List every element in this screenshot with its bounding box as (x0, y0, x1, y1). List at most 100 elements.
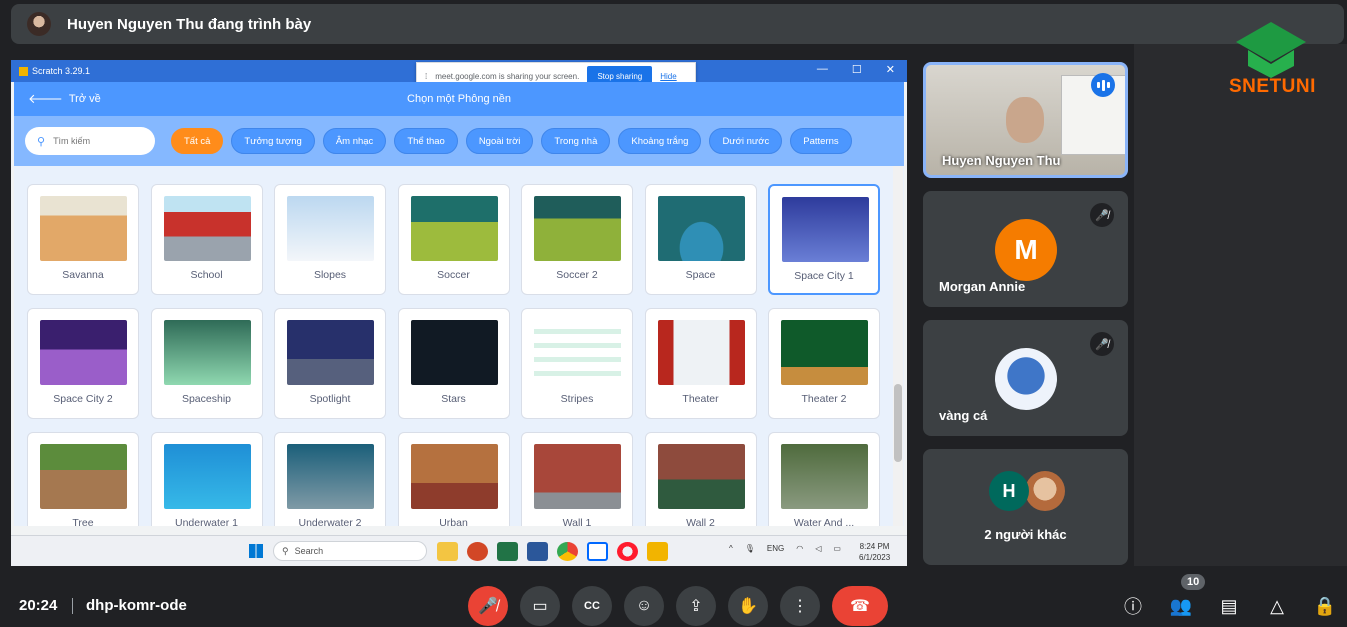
avatar (995, 348, 1057, 410)
library-search[interactable]: ⚲ (25, 127, 155, 155)
backdrop-label: Tree (72, 517, 94, 526)
tray-chevron-icon[interactable]: ^ (729, 544, 733, 553)
taskbar-search[interactable]: ⚲ Search (273, 541, 427, 561)
backdrop-card[interactable]: Wall 1 (521, 432, 633, 526)
backdrop-card[interactable]: Soccer (397, 184, 510, 295)
category-chip-underwater[interactable]: Dưới nước (709, 128, 783, 154)
backdrop-card[interactable]: Slopes (274, 184, 386, 295)
backdrop-card[interactable]: Theater (644, 308, 757, 419)
library-scrollbar[interactable] (893, 166, 903, 526)
back-arrow-icon[interactable]: 🡐 (28, 91, 63, 107)
people-icon[interactable]: 👥 (1168, 593, 1194, 619)
participant-name: vàng cá (939, 408, 988, 423)
backdrop-card[interactable]: Spaceship (150, 308, 263, 419)
hide-banner-link[interactable]: Hide (660, 72, 676, 81)
category-chip-indoors[interactable]: Trong nhà (541, 128, 611, 154)
backdrop-card[interactable]: Stripes (521, 308, 633, 419)
battery-icon[interactable]: ▭ (833, 544, 841, 553)
backdrop-thumbnail (534, 196, 621, 261)
meeting-code[interactable]: dhp-komr-ode (86, 597, 187, 614)
activities-icon[interactable]: △ (1264, 593, 1290, 619)
backdrop-card[interactable]: Space (644, 184, 757, 295)
language-indicator[interactable]: ENG (767, 544, 784, 553)
excel-icon[interactable] (497, 542, 518, 561)
backdrop-card[interactable]: Savanna (27, 184, 139, 295)
chrome-icon[interactable] (557, 542, 578, 561)
category-chip-patterns[interactable]: Patterns (790, 128, 852, 154)
mic-off-button[interactable]: 🎤̸ (468, 586, 508, 626)
backdrop-card[interactable]: Stars (397, 308, 510, 419)
category-chip-fantasy[interactable]: Tưởng tượng (231, 128, 315, 154)
meeting-info-icon[interactable]: ⓘ (1120, 593, 1146, 619)
backdrop-card[interactable]: Urban (397, 432, 510, 526)
logo-text: SNETUNI (1229, 76, 1316, 97)
backdrop-card[interactable]: Underwater 2 (274, 432, 386, 526)
backdrop-card[interactable]: Space City 2 (27, 308, 139, 419)
backdrop-card[interactable]: Soccer 2 (521, 184, 633, 295)
category-chip-space[interactable]: Khoảng trắng (618, 128, 702, 154)
backdrop-card[interactable]: Underwater 1 (150, 432, 263, 526)
participant-tile-presenter[interactable]: Huyen Nguyen Thu (923, 62, 1128, 178)
library-header: 🡐 Trở về Chọn một Phông nền (14, 82, 904, 116)
camera-button[interactable]: ▭ (520, 586, 560, 626)
captions-button[interactable]: CC (572, 586, 612, 626)
opera-icon[interactable] (617, 542, 638, 561)
wifi-icon[interactable]: ◠ (796, 544, 803, 553)
category-chip-sports[interactable]: Thể thao (394, 128, 458, 154)
backdrop-card[interactable]: Water And ... (768, 432, 880, 526)
volume-icon[interactable]: ◁ (815, 544, 821, 553)
scratch-app-icon (19, 66, 28, 76)
search-icon: ⚲ (282, 545, 289, 556)
windows-start-icon[interactable] (249, 544, 263, 558)
backdrop-thumbnail (781, 320, 868, 385)
backdrop-card[interactable]: Tree (27, 432, 139, 526)
microphone-icon[interactable]: 🎙 (745, 544, 755, 553)
category-chip-music[interactable]: Âm nhạc (322, 128, 387, 154)
backdrop-label: Theater (682, 393, 719, 405)
category-chip-outdoors[interactable]: Ngoài trời (465, 128, 534, 154)
backdrop-card[interactable]: School (150, 184, 263, 295)
backdrop-label: Space (685, 269, 716, 281)
scratch-taskbar-icon[interactable] (647, 542, 668, 561)
backdrop-card[interactable]: Theater 2 (768, 308, 880, 419)
backdrop-grid: Savanna School Slopes Soccer Soccer 2 Sp… (27, 184, 880, 526)
file-explorer-icon[interactable] (437, 542, 458, 561)
others-tile[interactable]: H 2 người khác (923, 449, 1128, 565)
backdrop-card[interactable]: Space City 1 (768, 184, 880, 295)
backdrop-card[interactable]: Spotlight (274, 308, 386, 419)
backdrop-card[interactable]: Wall 2 (644, 432, 757, 526)
present-screen-button[interactable]: ⇪ (676, 586, 716, 626)
end-call-icon: ☎ (850, 598, 870, 615)
hand-icon: ✋ (738, 598, 758, 615)
close-button[interactable]: ✕ (886, 63, 895, 76)
backdrop-label: Underwater 1 (174, 517, 239, 526)
backdrop-thumbnail (782, 197, 869, 262)
backdrop-label: Stripes (560, 393, 594, 405)
zalo-icon[interactable] (587, 542, 608, 561)
chat-icon[interactable]: ▤ (1216, 593, 1242, 619)
search-input[interactable] (53, 136, 144, 146)
avatar: H (989, 471, 1029, 511)
participant-tile[interactable]: 🎤̸ vàng cá (923, 320, 1128, 436)
drag-handle-icon[interactable]: ⁞ (425, 72, 427, 81)
reactions-button[interactable]: ☺ (624, 586, 664, 626)
others-count-label: 2 người khác (984, 527, 1067, 542)
maximize-button[interactable]: ☐ (852, 63, 862, 76)
participant-tile[interactable]: M 🎤̸ Morgan Annie (923, 191, 1128, 307)
minimize-button[interactable]: — (817, 63, 828, 76)
raise-hand-button[interactable]: ✋ (728, 586, 768, 626)
backdrop-label: Water And ... (793, 517, 855, 526)
powerpoint-icon[interactable] (467, 542, 488, 561)
host-controls-icon[interactable]: 🔒 (1312, 593, 1338, 619)
category-chip-all[interactable]: Tất cả (171, 128, 224, 154)
scrollbar-thumb[interactable] (894, 384, 902, 462)
back-button[interactable]: Trở về (69, 93, 101, 105)
word-icon[interactable] (527, 542, 548, 561)
muted-mic-icon: 🎤̸ (1090, 332, 1114, 356)
backdrop-thumbnail (40, 196, 127, 261)
taskbar-clock[interactable]: 8:24 PM 6/1/2023 (859, 541, 890, 563)
leave-call-button[interactable]: ☎ (832, 586, 888, 626)
backdrop-thumbnail (40, 320, 127, 385)
more-options-button[interactable]: ⋮ (780, 586, 820, 626)
more-vert-icon: ⋮ (792, 598, 808, 615)
